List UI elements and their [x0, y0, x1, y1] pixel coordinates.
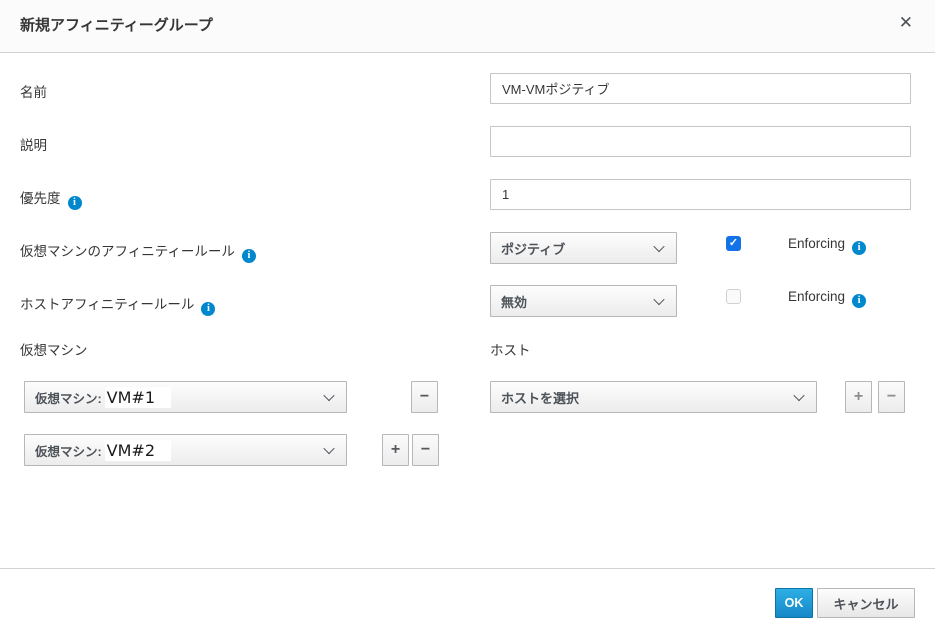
plus-icon: + — [391, 441, 400, 459]
ok-button[interactable]: OK — [775, 588, 813, 618]
dialog-title: 新規アフィニティーグループ — [20, 14, 213, 35]
dialog-footer: OK キャンセル — [0, 568, 935, 636]
vm-affinity-rule-label: 仮想マシンのアフィニティールールi — [20, 240, 256, 263]
chevron-down-icon — [323, 443, 334, 454]
vm-row2-remove-button[interactable]: − — [412, 434, 439, 466]
vm-section-label: 仮想マシン — [20, 339, 88, 359]
priority-label: 優先度i — [20, 187, 82, 210]
chevron-down-icon — [323, 390, 334, 401]
host-affinity-rule-info-icon[interactable]: i — [201, 302, 215, 316]
vm-enforcing-label: Enforcingi — [788, 236, 866, 255]
host-add-button[interactable]: + — [845, 381, 872, 413]
host-enforcing-label: Enforcingi — [788, 289, 866, 308]
vm-row2-add-button[interactable]: + — [382, 434, 409, 466]
host-select[interactable]: ホストを選択 — [490, 381, 817, 413]
close-icon[interactable]: ✕ — [893, 11, 919, 35]
host-remove-button[interactable]: − — [878, 381, 905, 413]
vm-row1-remove-button[interactable]: − — [411, 381, 438, 413]
minus-icon: − — [421, 441, 430, 459]
new-affinity-group-dialog: 新規アフィニティーグループ ✕ 名前 説明 優先度i 仮想マシンのアフィニティー… — [0, 0, 935, 636]
vm-select-2[interactable]: 仮想マシン: VM#2 — [24, 434, 347, 466]
vm-enforcing-checkbox[interactable]: ✓ — [726, 236, 741, 251]
name-label: 名前 — [20, 81, 47, 101]
vm-enforcing-info-icon[interactable]: i — [852, 241, 866, 255]
vm-affinity-rule-selected: ポジティブ — [501, 239, 565, 258]
priority-input[interactable] — [490, 179, 911, 210]
chevron-down-icon — [653, 294, 664, 305]
host-affinity-rule-selected: 無効 — [501, 292, 527, 311]
cancel-button[interactable]: キャンセル — [817, 588, 915, 618]
minus-icon: − — [420, 388, 429, 406]
name-input[interactable] — [490, 73, 911, 104]
host-enforcing-checkbox[interactable] — [726, 289, 741, 304]
host-affinity-rule-label: ホストアフィニティールールi — [20, 293, 215, 316]
minus-icon: − — [887, 388, 896, 406]
vm-affinity-rule-select[interactable]: ポジティブ — [490, 232, 677, 264]
vm-affinity-rule-info-icon[interactable]: i — [242, 249, 256, 263]
host-section-label: ホスト — [490, 339, 531, 359]
dialog-header: 新規アフィニティーグループ ✕ — [0, 0, 935, 53]
host-affinity-rule-select[interactable]: 無効 — [490, 285, 677, 317]
description-input[interactable] — [490, 126, 911, 157]
vm-select-1[interactable]: 仮想マシン: VM#1 — [24, 381, 347, 413]
priority-info-icon[interactable]: i — [68, 196, 82, 210]
plus-icon: + — [854, 388, 863, 406]
chevron-down-icon — [653, 241, 664, 252]
check-icon: ✓ — [729, 238, 738, 249]
host-enforcing-info-icon[interactable]: i — [852, 294, 866, 308]
description-label: 説明 — [20, 134, 47, 154]
chevron-down-icon — [793, 390, 804, 401]
